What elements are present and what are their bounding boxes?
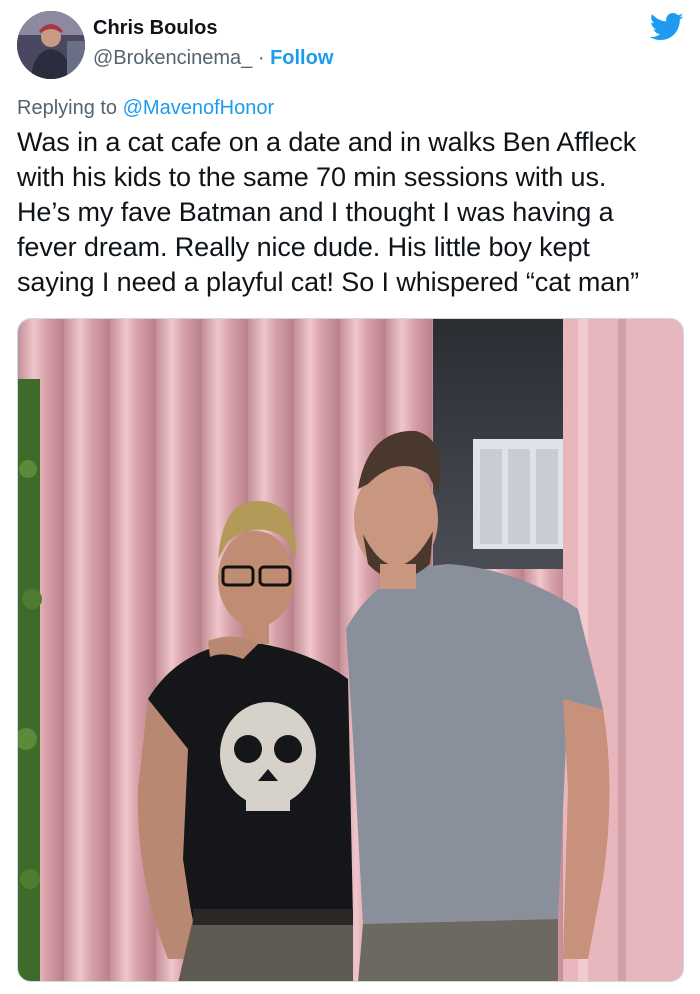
author-handle-line: @Brokencinema_ · Follow (93, 47, 333, 70)
tweet-photo[interactable] (17, 318, 684, 982)
follow-button[interactable]: Follow (270, 47, 333, 69)
replying-prefix: Replying to (17, 97, 123, 119)
author-avatar[interactable] (17, 11, 85, 79)
handle-separator: · (252, 47, 271, 69)
twitter-bird-icon[interactable] (650, 12, 684, 42)
reply-mention-link[interactable]: @MavenofHonor (123, 97, 274, 119)
replying-to-line: Replying to @MavenofHonor (17, 97, 274, 120)
author-handle[interactable]: @Brokencinema_ (93, 47, 252, 69)
tweet-card: Chris Boulos @Brokencinema_ · Follow Rep… (0, 0, 700, 994)
avatar-image (17, 11, 85, 79)
author-display-name[interactable]: Chris Boulos (93, 17, 217, 40)
tweet-text: Was in a cat cafe on a date and in walks… (17, 127, 640, 297)
photo-image (18, 319, 683, 981)
